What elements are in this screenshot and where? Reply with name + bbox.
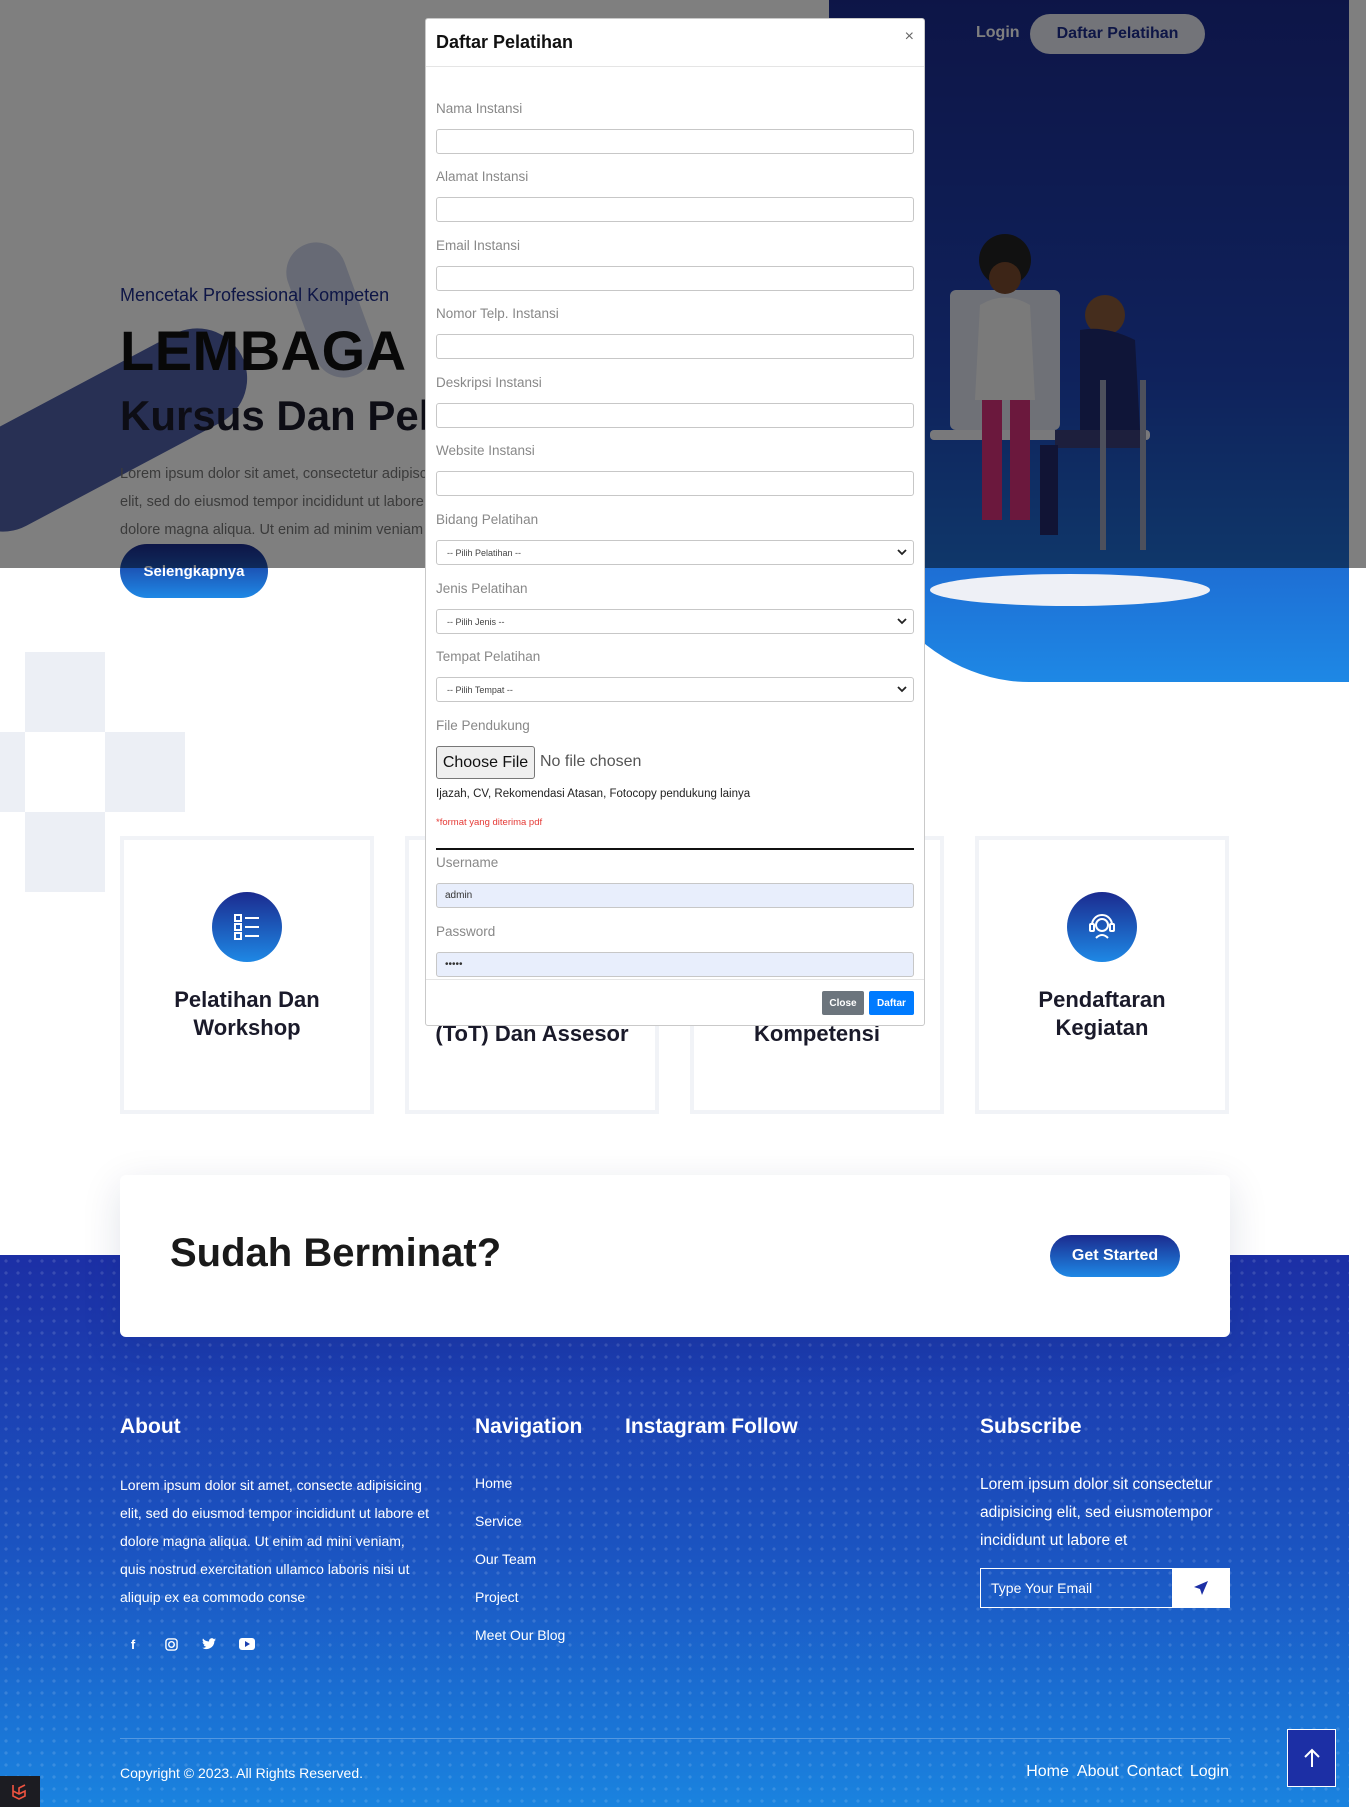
list-icon <box>212 892 282 962</box>
decor-square <box>25 652 105 732</box>
registration-modal: Daftar Pelatihan × Nama Instansi Alamat … <box>425 18 925 1026</box>
footer-subscribe-text: Lorem ipsum dolor sit consectetur adipis… <box>980 1476 1213 1549</box>
service-card[interactable]: Pelatihan Dan Workshop <box>120 836 374 1114</box>
tempat-pelatihan-value: -- Pilih Tempat -- <box>447 684 513 695</box>
close-icon[interactable]: × <box>905 28 914 46</box>
youtube-icon[interactable] <box>238 1635 256 1653</box>
footer-nav-list: Home Service Our Team Project Meet Our B… <box>475 1475 565 1665</box>
file-status: No file chosen <box>540 753 642 770</box>
instagram-icon[interactable] <box>162 1635 180 1653</box>
label-nama-instansi: Nama Instansi <box>436 101 523 116</box>
bottom-link-home[interactable]: Home <box>1026 1763 1069 1781</box>
label-bidang-pelatihan: Bidang Pelatihan <box>436 512 539 527</box>
bidang-pelatihan-value: -- Pilih Pelatihan -- <box>447 547 522 558</box>
jenis-pelatihan-select[interactable]: -- Pilih Jenis -- <box>436 609 914 634</box>
service-title: Pendaftaran Kegiatan <box>1038 987 1166 1040</box>
label-alamat-instansi: Alamat Instansi <box>436 169 529 184</box>
facebook-icon[interactable]: f <box>124 1635 142 1653</box>
footer-nav-service[interactable]: Service <box>475 1513 565 1551</box>
form-divider <box>436 848 914 850</box>
username-input[interactable] <box>436 883 914 908</box>
cta-title: Sudah Berminat? <box>170 1231 502 1275</box>
label-website-instansi: Website Instansi <box>436 443 535 458</box>
footer-subscribe-title: Subscribe <box>980 1415 1082 1438</box>
footer-instagram-title: Instagram Follow <box>625 1415 798 1438</box>
footer-nav-home[interactable]: Home <box>475 1475 565 1513</box>
service-title: Pelatihan Dan Workshop <box>174 987 320 1040</box>
get-started-button[interactable]: Get Started <box>1050 1235 1180 1277</box>
bottom-link-about[interactable]: About <box>1077 1763 1119 1781</box>
label-username: Username <box>436 855 499 870</box>
label-jenis-pelatihan: Jenis Pelatihan <box>436 581 528 596</box>
email-instansi-input[interactable] <box>436 266 914 291</box>
deskripsi-instansi-input[interactable] <box>436 403 914 428</box>
footer-nav-title: Navigation <box>475 1415 583 1438</box>
modal-header: Daftar Pelatihan × <box>426 19 924 67</box>
subscribe-form <box>980 1568 1230 1608</box>
copyright-text: Copyright © 2023. All Rights Reserved. <box>120 1765 363 1781</box>
bottom-link-contact[interactable]: Contact <box>1127 1763 1182 1781</box>
laravel-debug-icon[interactable] <box>0 1776 40 1807</box>
label-email-instansi: Email Instansi <box>436 238 521 253</box>
nama-instansi-input[interactable] <box>436 129 914 154</box>
social-links: f <box>124 1635 256 1653</box>
support-icon <box>1067 892 1137 962</box>
file-hint: Ijazah, CV, Rekomendasi Atasan, Fotocopy… <box>436 788 751 800</box>
footer-nav-project[interactable]: Project <box>475 1589 565 1627</box>
send-icon[interactable] <box>1172 1569 1229 1607</box>
footer-divider <box>120 1738 1230 1739</box>
file-format-note: *format yang diterima pdf <box>436 817 543 828</box>
alamat-instansi-input[interactable] <box>436 197 914 222</box>
label-password: Password <box>436 924 496 939</box>
cta-box: Sudah Berminat? Get Started <box>120 1175 1230 1337</box>
footer-bottom-links: Home About Contact Login <box>1026 1763 1229 1781</box>
chevron-down-icon <box>897 618 907 625</box>
label-telp-instansi: Nomor Telp. Instansi <box>436 306 559 321</box>
label-deskripsi-instansi: Deskripsi Instansi <box>436 375 542 390</box>
modal-footer-divider <box>426 979 924 980</box>
decor-square <box>0 732 25 812</box>
label-tempat-pelatihan: Tempat Pelatihan <box>436 649 541 664</box>
choose-file-button[interactable]: Choose File <box>436 746 535 779</box>
footer-about-text: Lorem ipsum dolor sit amet, consecte adi… <box>120 1477 429 1605</box>
footer-nav-team[interactable]: Our Team <box>475 1551 565 1589</box>
chevron-down-icon <box>897 549 907 556</box>
modal-title: Daftar Pelatihan <box>436 32 574 52</box>
decor-square <box>105 732 185 812</box>
twitter-icon[interactable] <box>200 1635 218 1653</box>
footer-nav-blog[interactable]: Meet Our Blog <box>475 1627 565 1665</box>
service-card[interactable]: Pendaftaran Kegiatan <box>975 836 1229 1114</box>
arrow-up-icon[interactable] <box>1287 1729 1336 1787</box>
bottom-link-login[interactable]: Login <box>1190 1763 1229 1781</box>
subscribe-email-input[interactable] <box>981 1569 1172 1607</box>
close-button[interactable]: Close <box>822 991 864 1015</box>
label-file-pendukung: File Pendukung <box>436 718 530 733</box>
footer: About Lorem ipsum dolor sit amet, consec… <box>0 1255 1349 1807</box>
tempat-pelatihan-select[interactable]: -- Pilih Tempat -- <box>436 677 914 702</box>
decor-square <box>25 812 105 892</box>
telp-instansi-input[interactable] <box>436 334 914 359</box>
password-input[interactable] <box>436 952 914 977</box>
jenis-pelatihan-value: -- Pilih Jenis -- <box>447 616 505 627</box>
submit-button[interactable]: Daftar <box>869 991 914 1015</box>
website-instansi-input[interactable] <box>436 471 914 496</box>
footer-about-title: About <box>120 1415 181 1438</box>
chevron-down-icon <box>897 686 907 693</box>
bidang-pelatihan-select[interactable]: -- Pilih Pelatihan -- <box>436 540 914 565</box>
